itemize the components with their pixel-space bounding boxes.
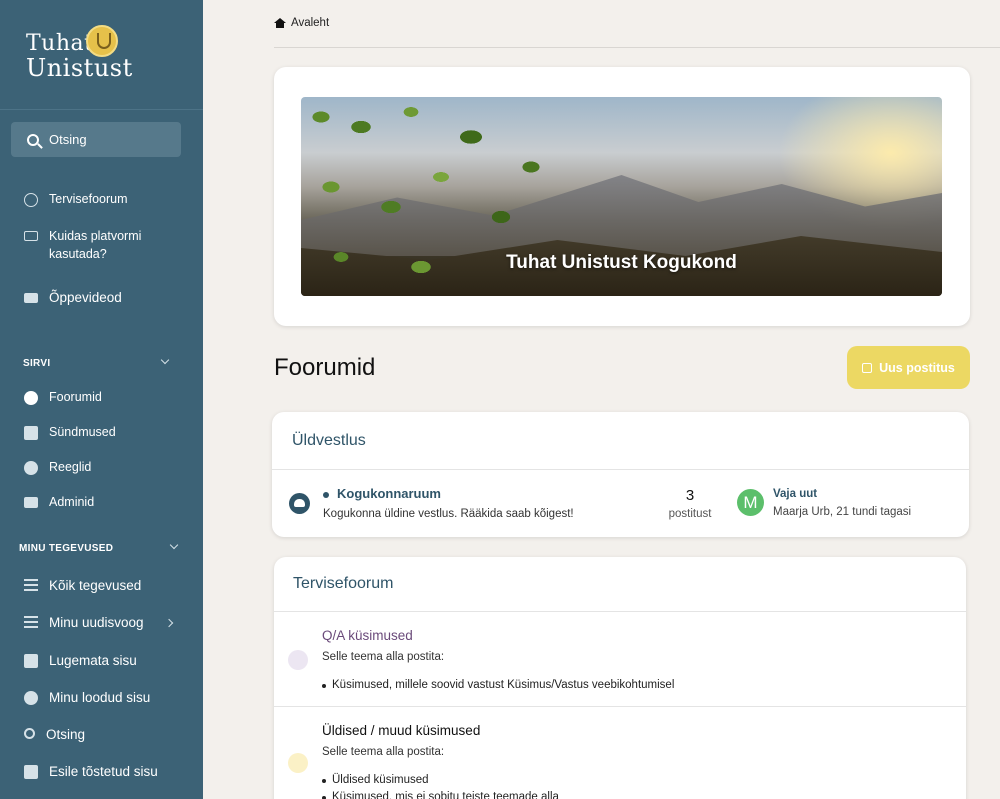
- logo-line-1: Tuhat: [26, 31, 94, 56]
- sidebar-item-unread[interactable]: Lugemata sisu: [24, 653, 137, 668]
- sidebar-item-how-to-use[interactable]: Kuidas platvormi kasutada?: [24, 227, 174, 263]
- edit-icon: [862, 362, 873, 373]
- unread-dot-icon: [323, 491, 329, 498]
- category-card-health: Tervisefoorum Q/A küsimused Selle teema …: [274, 557, 966, 799]
- last-post-link[interactable]: Vaja uut: [773, 488, 817, 500]
- forum-icon: [288, 753, 308, 773]
- forum-bullet: Küsimused, millele soovid vastust Küsimu…: [321, 679, 675, 691]
- forum-name[interactable]: Q/A küsimused: [322, 628, 413, 643]
- page-title: Foorumid: [274, 354, 376, 381]
- sidebar-item-foorumid[interactable]: Foorumid: [24, 390, 102, 405]
- sidebar-item-label: Õppevideod: [49, 290, 122, 305]
- calendar-icon: [24, 426, 38, 440]
- forum-icon: [288, 650, 308, 670]
- breadcrumb: Avaleht: [274, 17, 329, 29]
- post-count: 3: [685, 487, 695, 504]
- hero-title: Tuhat Unistust Kogukond: [506, 252, 737, 273]
- forum-row-qa: Q/A küsimused Selle teema alla postita: …: [274, 612, 966, 707]
- chat-bubble-icon: [24, 391, 38, 405]
- sidebar-item-label: Kuidas platvormi kasutada?: [49, 229, 142, 261]
- sidebar: Tuhat Unistust Otsing Tervisefoorum Kuid…: [0, 0, 203, 799]
- section-heading-browse: SIRVI: [23, 358, 51, 369]
- monitor-icon: [24, 231, 38, 241]
- sidebar-item-label: Tervisefoorum: [49, 192, 128, 206]
- sidebar-item-label: Otsing: [46, 727, 86, 742]
- category-title[interactable]: Tervisefoorum: [274, 557, 966, 612]
- forum-name[interactable]: Üldised / muud küsimused: [322, 723, 480, 738]
- forum-row-general-questions: Üldised / muud küsimused Selle teema all…: [274, 707, 966, 799]
- new-post-button[interactable]: Uus postitus: [847, 346, 970, 389]
- user-circle-icon: [24, 691, 38, 705]
- sidebar-item-my-feed[interactable]: Minu uudisvoog: [24, 615, 144, 630]
- avatar[interactable]: M: [737, 489, 764, 516]
- sidebar-item-label: Foorumid: [49, 390, 102, 404]
- logo-sun-icon: [86, 25, 118, 57]
- forum-row: Kogukonnaruum Kogukonna üldine vestlus. …: [272, 470, 969, 537]
- video-icon: [24, 293, 38, 303]
- list-icon: [24, 579, 38, 593]
- logo[interactable]: Tuhat Unistust: [0, 0, 203, 110]
- forum-bullet: Üldised küsimused: [322, 774, 429, 786]
- sidebar-item-featured[interactable]: Esile tõstetud sisu: [24, 764, 158, 779]
- home-icon[interactable]: [274, 18, 286, 28]
- id-card-icon: [24, 497, 38, 508]
- hero-image: Tuhat Unistust Kogukond: [301, 97, 942, 296]
- divider: [274, 47, 1000, 48]
- new-post-label: Uus postitus: [879, 360, 955, 375]
- forum-description: Kogukonna üldine vestlus. Rääkida saab k…: [323, 508, 574, 520]
- search-icon: [24, 728, 35, 739]
- sidebar-item-my-content[interactable]: Minu loodud sisu: [24, 690, 150, 705]
- sidebar-item-reeglid[interactable]: Reeglid: [24, 460, 91, 475]
- sidebar-item-label: Kõik tegevused: [49, 578, 142, 593]
- sidebar-item-label: Minu uudisvoog: [49, 615, 144, 630]
- sidebar-item-sundmused[interactable]: Sündmused: [24, 425, 116, 440]
- sidebar-search-label: Otsing: [49, 132, 87, 147]
- help-circle-icon: [24, 193, 38, 207]
- category-card-general: Üldvestlus Kogukonnaruum Kogukonna üldin…: [272, 412, 969, 537]
- check-circle-icon: [24, 461, 38, 475]
- sidebar-item-tervisefoorum[interactable]: Tervisefoorum: [24, 192, 128, 207]
- forum-intro: Selle teema alla postita:: [322, 651, 445, 663]
- sidebar-item-label: Minu loodud sisu: [49, 690, 151, 705]
- logo-line-2: Unistust: [26, 54, 133, 82]
- section-heading-activity: MINU TEGEVUSED: [19, 543, 114, 554]
- sidebar-item-label: Esile tõstetud sisu: [49, 764, 158, 779]
- sidebar-item-label: Reeglid: [49, 460, 92, 474]
- checklist-icon: [24, 616, 38, 630]
- document-icon: [24, 765, 38, 779]
- search-icon: [27, 133, 39, 146]
- newspaper-icon: [24, 654, 38, 668]
- sidebar-search[interactable]: Otsing: [11, 122, 181, 157]
- chevron-down-icon[interactable]: [169, 540, 179, 550]
- sidebar-item-label: Lugemata sisu: [49, 653, 137, 668]
- group-icon: [289, 493, 310, 514]
- sidebar-item-label: Sündmused: [49, 425, 116, 439]
- forum-link[interactable]: Kogukonnaruum: [323, 486, 441, 501]
- hero-card: Tuhat Unistust Kogukond: [274, 67, 970, 326]
- post-count-label: postitust: [668, 508, 712, 520]
- chevron-right-icon[interactable]: [164, 618, 174, 628]
- last-post-meta: Maarja Urb, 21 tundi tagasi: [773, 506, 912, 518]
- breadcrumb-home[interactable]: Avaleht: [291, 17, 329, 29]
- sidebar-item-adminid[interactable]: Adminid: [24, 495, 94, 509]
- forum-intro: Selle teema alla postita:: [322, 746, 445, 758]
- category-title[interactable]: Üldvestlus: [272, 412, 969, 470]
- sidebar-item-videos[interactable]: Õppevideod: [24, 290, 122, 305]
- chevron-down-icon[interactable]: [160, 355, 170, 365]
- sidebar-item-all-activity[interactable]: Kõik tegevused: [24, 578, 141, 593]
- forum-bullet: Küsimused, mis ei sobitu teiste teemade …: [322, 791, 559, 799]
- sidebar-item-label: Adminid: [49, 495, 95, 509]
- forum-name: Kogukonnaruum: [337, 486, 441, 501]
- sidebar-item-search[interactable]: Otsing: [24, 727, 85, 742]
